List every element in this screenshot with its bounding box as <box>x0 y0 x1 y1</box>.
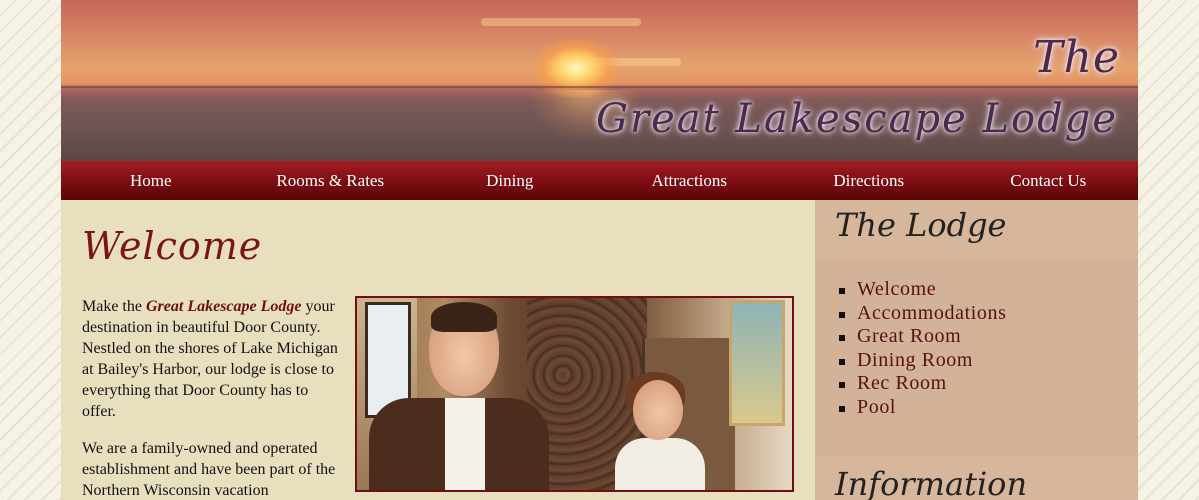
lodge-name-emphasis: Great Lakescape Lodge <box>145 298 302 315</box>
sidebar-item-dining-room[interactable]: Dining Room <box>839 349 1006 373</box>
page-title: Welcome <box>82 224 263 268</box>
front-desk-photo <box>355 296 794 492</box>
nav-contact-us[interactable]: Contact Us <box>959 161 1139 200</box>
intro-paragraph-1: Make the Great Lakescape Lodge your dest… <box>82 296 344 422</box>
photo-painting <box>729 300 785 426</box>
main-nav: Home Rooms & Rates Dining Attractions Di… <box>61 161 1138 200</box>
photo-woman-body <box>615 438 705 490</box>
sidebar-links: Welcome Accommodations Great Room Dining… <box>839 278 1006 419</box>
main-content: Welcome Make the Great Lakescape Lodge y… <box>61 200 815 500</box>
sidebar-item-pool[interactable]: Pool <box>839 396 1006 420</box>
photo-receptionist-shirt <box>445 398 485 490</box>
intro-paragraph-2: We are a family-owned and operated estab… <box>82 440 336 499</box>
sidebar-header: The Lodge <box>815 200 1138 258</box>
sidebar-title: The Lodge <box>835 206 1007 244</box>
photo-receptionist-hair <box>431 302 497 332</box>
sidebar-item-rec-room[interactable]: Rec Room <box>839 372 1006 396</box>
sidebar: The Lodge Welcome Accommodations Great R… <box>815 200 1138 500</box>
nav-rooms-rates[interactable]: Rooms & Rates <box>241 161 421 200</box>
sidebar-item-great-room[interactable]: Great Room <box>839 325 1006 349</box>
intro-prefix: Make the <box>82 298 146 315</box>
header-banner: The Great Lakescape Lodge <box>61 0 1138 161</box>
intro-text: Make the Great Lakescape Lodge your dest… <box>82 296 344 500</box>
nav-home[interactable]: Home <box>61 161 241 200</box>
logo-line-the: The <box>1033 32 1120 83</box>
sunset-sun <box>531 38 621 98</box>
horizon-line <box>61 86 1138 88</box>
logo-lodge-name: Great Lakescape Lodge <box>596 96 1118 142</box>
intro-rest: your destination in beautiful Door Count… <box>82 298 338 420</box>
sidebar-info-header: Information <box>815 457 1138 500</box>
nav-directions[interactable]: Directions <box>779 161 959 200</box>
page-wrapper: The Great Lakescape Lodge Home Rooms & R… <box>61 0 1138 500</box>
photo-woman-head <box>633 380 683 440</box>
nav-attractions[interactable]: Attractions <box>600 161 780 200</box>
nav-dining[interactable]: Dining <box>420 161 600 200</box>
sidebar-info-title: Information <box>835 465 1028 500</box>
sidebar-item-accommodations[interactable]: Accommodations <box>839 302 1006 326</box>
sidebar-item-welcome[interactable]: Welcome <box>839 278 1006 302</box>
cloud <box>481 18 641 26</box>
